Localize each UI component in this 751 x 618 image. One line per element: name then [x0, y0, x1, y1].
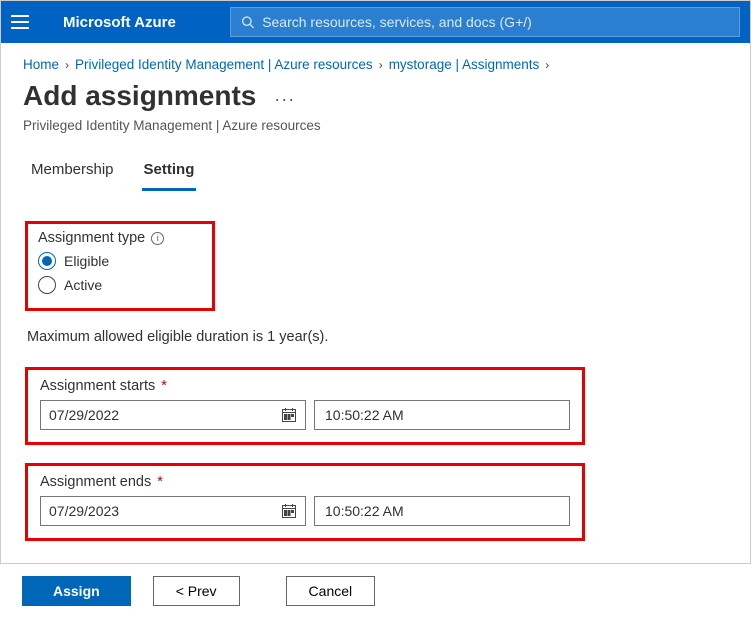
assignment-type-group: Assignment type i Eligible Active — [25, 221, 215, 311]
breadcrumb: Home › Privileged Identity Management | … — [1, 43, 750, 78]
radio-icon — [38, 276, 56, 294]
tab-setting[interactable]: Setting — [142, 155, 197, 191]
crumb-home[interactable]: Home — [23, 57, 59, 72]
calendar-icon — [281, 503, 297, 519]
chevron-right-icon: › — [545, 58, 549, 72]
radio-eligible[interactable]: Eligible — [38, 252, 202, 270]
starts-inputs: 07/29/2022 10:50:22 AM — [40, 400, 570, 430]
end-time-input[interactable]: 10:50:22 AM — [314, 496, 570, 526]
chevron-right-icon: › — [379, 58, 383, 72]
assign-button[interactable]: Assign — [22, 576, 131, 606]
crumb-pim[interactable]: Privileged Identity Management | Azure r… — [75, 57, 373, 72]
end-time-value: 10:50:22 AM — [325, 503, 404, 519]
more-icon[interactable]: ··· — [274, 89, 295, 109]
search-icon — [241, 15, 254, 29]
footer-bar: Assign < Prev Cancel — [0, 563, 751, 618]
assignment-type-label-row: Assignment type i — [38, 230, 202, 246]
tab-membership[interactable]: Membership — [29, 155, 116, 191]
global-search[interactable] — [230, 7, 740, 37]
tabs: Membership Setting — [1, 145, 750, 191]
required-asterisk: * — [161, 378, 167, 394]
form-area: Assignment type i Eligible Active Maximu… — [1, 191, 750, 569]
ends-label: Assignment ends — [40, 474, 151, 490]
end-date-input[interactable]: 07/29/2023 — [40, 496, 306, 526]
hamburger-icon[interactable] — [11, 12, 31, 32]
start-time-value: 10:50:22 AM — [325, 407, 404, 423]
required-asterisk: * — [157, 474, 163, 490]
info-icon[interactable]: i — [151, 232, 164, 245]
radio-eligible-label: Eligible — [64, 253, 109, 269]
page-subtitle: Privileged Identity Management | Azure r… — [1, 116, 750, 145]
start-date-value: 07/29/2022 — [49, 407, 119, 423]
ends-inputs: 07/29/2023 10:50:22 AM — [40, 496, 570, 526]
page-title: Add assignments — [23, 80, 256, 112]
assignment-type-label: Assignment type — [38, 230, 145, 246]
search-input[interactable] — [262, 14, 729, 30]
starts-label: Assignment starts — [40, 378, 155, 394]
assignment-starts-group: Assignment starts * 07/29/2022 — [25, 367, 585, 445]
brand: Microsoft Azure — [63, 14, 176, 31]
end-date-value: 07/29/2023 — [49, 503, 119, 519]
radio-active[interactable]: Active — [38, 276, 202, 294]
page-header: Add assignments ··· — [1, 78, 750, 116]
starts-label-row: Assignment starts * — [40, 378, 570, 394]
crumb-resource[interactable]: mystorage | Assignments — [389, 57, 540, 72]
start-time-input[interactable]: 10:50:22 AM — [314, 400, 570, 430]
ends-label-row: Assignment ends * — [40, 474, 570, 490]
cancel-button[interactable]: Cancel — [286, 576, 376, 606]
radio-icon — [38, 252, 56, 270]
calendar-icon — [281, 407, 297, 423]
azure-topbar: Microsoft Azure — [1, 1, 750, 43]
duration-hint: Maximum allowed eligible duration is 1 y… — [27, 329, 724, 345]
prev-button[interactable]: < Prev — [153, 576, 240, 606]
assignment-ends-group: Assignment ends * 07/29/2023 1 — [25, 463, 585, 541]
chevron-right-icon: › — [65, 58, 69, 72]
start-date-input[interactable]: 07/29/2022 — [40, 400, 306, 430]
radio-active-label: Active — [64, 277, 102, 293]
